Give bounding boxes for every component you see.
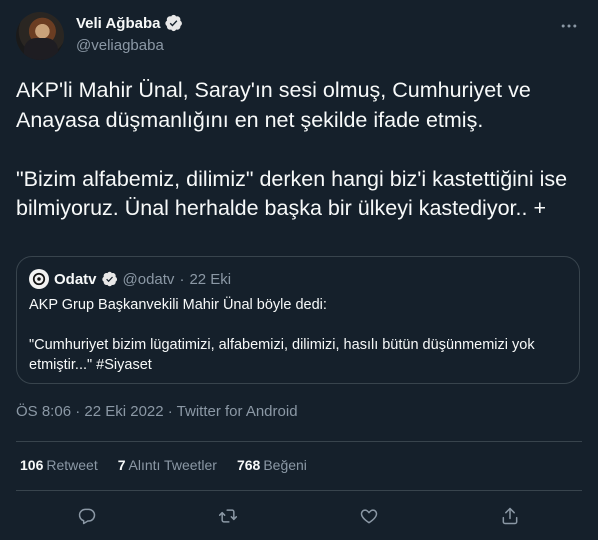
quoted-tweet-card[interactable]: Odatv @odatv · 22 Eki AKP Grup Başkanvek… [16,256,580,384]
quoted-verified-badge-icon [101,271,117,287]
retweet-button[interactable] [210,502,246,530]
tweet-timestamp[interactable]: ÖS 8:06 · 22 Eki 2022 · Twitter for Andr… [16,403,298,420]
reply-button[interactable] [69,502,105,530]
divider [16,490,582,491]
quoted-avatar [29,269,49,289]
divider [16,441,582,442]
like-label: Beğeni [263,457,307,473]
quoted-handle: @odatv [122,270,175,288]
retweet-stat[interactable]: 106 Retweet [20,457,98,473]
like-stat[interactable]: 768 Beğeni [237,457,307,473]
author-display-name[interactable]: Veli Ağbaba [76,15,160,32]
share-icon [502,507,518,525]
reply-icon [78,508,96,525]
author-handle[interactable]: @veliagbaba [76,37,164,54]
retweet-label: Retweet [46,457,98,473]
quote-stat[interactable]: 7 Alıntı Tweetler [118,457,217,473]
more-icon[interactable] [554,14,584,38]
tweet-text: AKP'li Mahir Ünal, Saray'ın sesi olmuş, … [16,78,568,220]
quoted-date: 22 Eki [189,270,232,288]
like-count: 768 [236,457,261,473]
like-button[interactable] [351,502,387,530]
author-name-row: Veli Ağbaba [76,14,183,32]
quoted-header: Odatv @odatv · 22 Eki [29,269,231,289]
tweet-stats: 106 Retweet 7 Alıntı Tweetler 768 Beğeni [20,457,307,473]
quoted-name: Odatv [54,270,97,288]
retweet-icon [218,509,238,523]
quote-label: Alıntı Tweetler [128,457,217,473]
retweet-count: 106 [20,457,44,473]
author-avatar[interactable] [16,12,64,60]
share-button[interactable] [492,502,528,530]
like-icon [360,509,378,524]
quoted-text: AKP Grup Başkanvekili Mahir Ünal böyle d… [29,297,535,373]
quoted-separator: · [179,270,185,288]
quote-count: 7 [117,457,126,473]
verified-badge-icon [165,14,183,32]
